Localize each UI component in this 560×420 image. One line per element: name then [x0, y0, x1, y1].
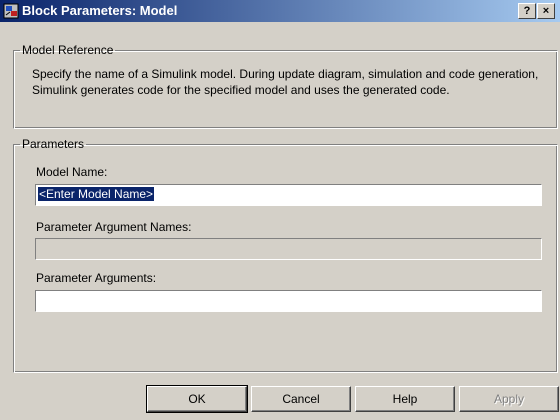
help-button[interactable]: Help [355, 386, 455, 412]
title-bar[interactable]: Block Parameters: Model ? × [0, 0, 560, 22]
parameter-arguments-field[interactable] [35, 290, 542, 312]
parameter-argument-names-field [35, 238, 542, 260]
close-icon[interactable]: × [537, 3, 555, 19]
model-name-value: <Enter Model Name> [38, 187, 155, 201]
cancel-button[interactable]: Cancel [251, 386, 351, 412]
help-icon[interactable]: ? [518, 3, 536, 19]
block-parameters-dialog: Block Parameters: Model ? × Model Refere… [0, 0, 560, 420]
model-name-label: Model Name: [36, 165, 108, 179]
parameter-argument-names-label: Parameter Argument Names: [36, 220, 192, 234]
simulink-block-icon [3, 3, 19, 19]
model-name-field[interactable]: <Enter Model Name> [35, 184, 542, 206]
model-reference-description: Specify the name of a Simulink model. Du… [32, 67, 539, 97]
parameters-legend: Parameters [22, 137, 85, 151]
ok-button[interactable]: OK [146, 385, 248, 413]
window-title: Block Parameters: Model [22, 3, 178, 18]
model-reference-legend: Model Reference [22, 43, 114, 57]
parameter-arguments-label: Parameter Arguments: [36, 271, 157, 285]
apply-button: Apply [459, 386, 559, 412]
